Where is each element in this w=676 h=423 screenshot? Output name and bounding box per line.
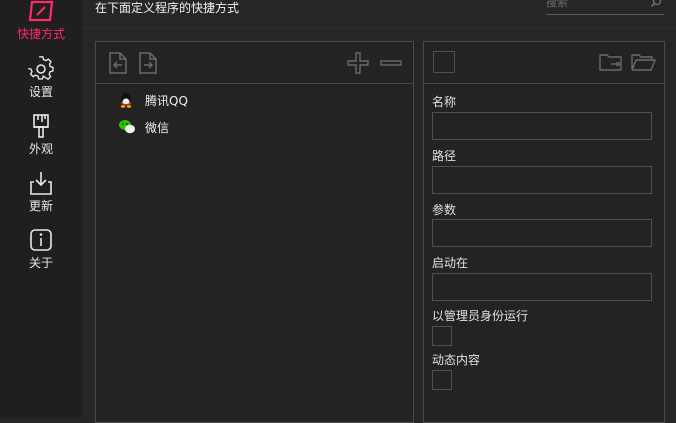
list-item-label: 腾讯QQ [145, 94, 188, 108]
shortcut-detail-panel: 名称 路径 参数 启动在 以管理员身份运行 动态内容 [423, 41, 665, 423]
search-input[interactable]: 搜索 [546, 0, 568, 10]
export-icon[interactable] [137, 51, 159, 75]
sidebar-item-label: 外观 [28, 142, 53, 156]
name-field[interactable] [432, 112, 652, 140]
list-item-label: 微信 [145, 121, 170, 135]
info-icon [30, 229, 52, 251]
path-label: 路径 [432, 149, 457, 163]
sidebar-item-label: 快捷方式 [16, 27, 65, 41]
shortcut-list-toolbar [96, 42, 413, 84]
path-field[interactable] [432, 166, 652, 194]
shortcut-icon [28, 0, 54, 22]
sidebar-item-label: 关于 [28, 256, 53, 270]
sidebar-item-about[interactable]: 关于 [0, 227, 82, 271]
search-box[interactable]: 搜索 [546, 0, 664, 15]
import-icon[interactable] [107, 51, 129, 75]
dynamic-content-checkbox[interactable] [432, 370, 452, 390]
list-item[interactable]: 微信 [118, 117, 398, 139]
sidebar-item-update[interactable]: 更新 [0, 170, 82, 214]
name-label: 名称 [432, 95, 457, 109]
sidebar-item-settings[interactable]: 设置 [0, 56, 82, 100]
sidebar-item-label: 设置 [28, 85, 53, 99]
sidebar: 快捷方式 设置 外观 更新 关于 [0, 0, 82, 418]
page-title: 在下面定义程序的快捷方式 [95, 1, 240, 15]
arguments-label: 参数 [432, 203, 457, 217]
brush-icon [33, 114, 49, 138]
gear-icon [28, 56, 54, 81]
run-as-admin-checkbox[interactable] [432, 326, 452, 346]
start-in-label: 启动在 [432, 256, 469, 270]
sidebar-item-appearance[interactable]: 外观 [0, 113, 82, 157]
folder-link-icon[interactable] [598, 51, 624, 73]
wechat-icon [119, 120, 135, 134]
start-in-field[interactable] [432, 273, 652, 301]
shortcut-list-panel: 腾讯QQ 微信 [95, 41, 414, 423]
search-icon[interactable] [650, 0, 662, 8]
sidebar-item-label: 更新 [28, 199, 53, 213]
run-as-admin-label: 以管理员身份运行 [432, 309, 529, 323]
header-divider [82, 28, 676, 29]
arguments-field[interactable] [432, 219, 652, 247]
list-item[interactable]: 腾讯QQ [118, 90, 398, 112]
dynamic-content-label: 动态内容 [432, 353, 481, 367]
download-icon [30, 172, 52, 195]
icon-preview[interactable] [433, 51, 455, 73]
detail-toolbar [424, 42, 664, 84]
folder-open-icon[interactable] [630, 51, 656, 73]
sidebar-item-shortcuts[interactable]: 快捷方式 [0, 0, 82, 42]
qq-icon [120, 93, 132, 108]
add-icon[interactable] [346, 51, 370, 75]
remove-icon[interactable] [379, 51, 403, 75]
